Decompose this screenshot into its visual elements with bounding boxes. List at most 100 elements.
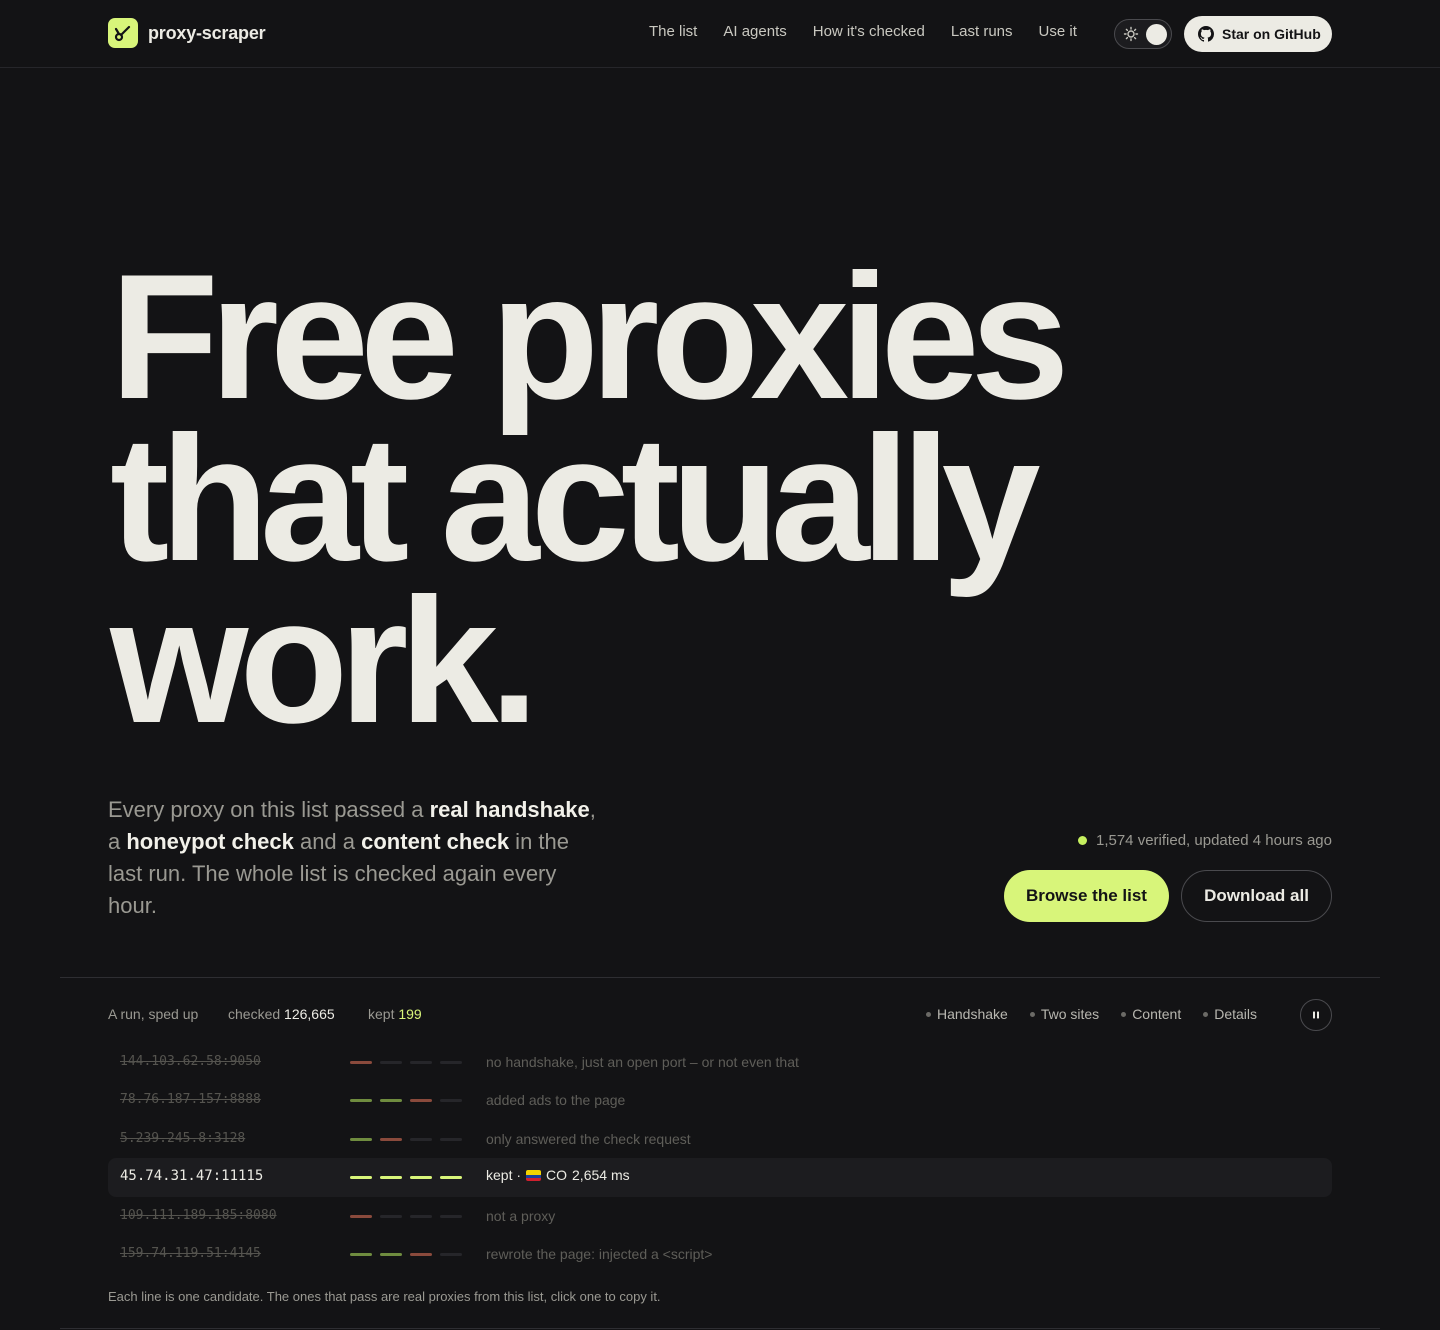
hero-copy-text: Every proxy on this list passed a (108, 797, 430, 822)
stage-bar (410, 1137, 432, 1141)
nav-link-use-it[interactable]: Use it (1039, 23, 1077, 40)
nav-link-the-list[interactable]: The list (649, 23, 697, 40)
hero-description: Every proxy on this list passed a real h… (108, 794, 608, 922)
candidate-result: only answered the check request (486, 1131, 691, 1147)
proxy-address: 45.74.31.47:11115 (120, 1168, 264, 1185)
result-text: kept · (486, 1167, 522, 1184)
candidate-row: 109.111.189.185:8080 not a proxy (108, 1197, 1332, 1235)
bottom-divider (60, 1328, 1380, 1329)
logo-icon (108, 18, 138, 48)
hero-title-line-3: work. (110, 561, 539, 760)
pause-button[interactable] (1300, 999, 1332, 1031)
stage-bar (350, 1099, 372, 1103)
candidate-row-kept[interactable]: 45.74.31.47:11115 kept · CO 2,654 ms (108, 1158, 1332, 1197)
stage-bar (440, 1099, 462, 1103)
legend-dot-icon (1121, 1011, 1127, 1017)
hero-title-line-1: Free proxies (110, 237, 1070, 436)
stage-bar (440, 1061, 462, 1064)
stage-bar (410, 1176, 432, 1180)
legend-label: Two sites (1040, 1006, 1100, 1022)
kept-label: kept (368, 1006, 395, 1022)
stage-bar (410, 1099, 432, 1103)
proxy-address: 159.74.119.51:4145 (120, 1245, 261, 1261)
stage-bar (440, 1137, 462, 1141)
country-code: CO (546, 1167, 568, 1184)
legend-dot-icon (1203, 1011, 1209, 1017)
hero-copy-emphasis: honeypot check (126, 829, 294, 854)
theme-toggle[interactable] (1114, 19, 1172, 49)
stage-legend: Handshake Two sites Content Details (926, 1006, 1279, 1022)
candidate-row: 144.103.62.58:9050 no handshake, just an … (108, 1043, 1332, 1081)
hero-title: Free proxies that actually work. (110, 237, 1210, 760)
proxy-address: 144.103.62.58:9050 (120, 1054, 261, 1069)
checked-stat: checked 126,665 (228, 1006, 335, 1022)
run-label: A run, sped up (108, 1006, 199, 1022)
legend-dot-icon (926, 1011, 931, 1017)
stage-bar (440, 1252, 462, 1256)
stage-bars (350, 1252, 462, 1256)
legend-handshake: Handshake (926, 1006, 1008, 1022)
candidate-result: not a proxy (486, 1208, 555, 1224)
checked-count: 126,665 (284, 1006, 335, 1022)
stage-bar (380, 1176, 402, 1180)
kept-stat: kept 199 (368, 1006, 422, 1022)
stage-bars (350, 1061, 462, 1064)
stage-bar (410, 1252, 432, 1256)
stage-bar (440, 1176, 462, 1180)
legend-content: Content (1121, 1006, 1181, 1022)
github-star-button[interactable]: Star on GitHub (1184, 16, 1332, 52)
proxy-address: 78.76.187.157:8888 (120, 1092, 261, 1108)
stage-bar (380, 1061, 402, 1064)
stage-bar (380, 1137, 402, 1141)
github-icon (1198, 26, 1214, 42)
legend-dot-icon (1029, 1011, 1035, 1017)
candidate-result: rewrote the page: injected a <script> (486, 1246, 712, 1262)
stage-bar (350, 1252, 372, 1256)
github-star-label: Star on GitHub (1222, 26, 1321, 42)
legend-two-sites: Two sites (1029, 1006, 1100, 1022)
checked-label: checked (228, 1006, 281, 1022)
nav-link-ai-agents[interactable]: AI agents (723, 23, 786, 40)
stage-bars (350, 1137, 462, 1141)
legend-details: Details (1203, 1006, 1257, 1022)
toggle-knob (1146, 24, 1167, 45)
colombia-flag-icon (526, 1169, 542, 1181)
pause-icon (1313, 1011, 1319, 1019)
top-nav: proxy-scraper The list AI agents How it'… (0, 0, 1440, 68)
stage-bar (350, 1214, 372, 1218)
proxy-address: 109.111.189.185:8080 (120, 1207, 277, 1223)
stage-bar (350, 1176, 372, 1180)
stage-bar (410, 1214, 432, 1218)
nav-link-how-checked[interactable]: How it's checked (813, 23, 925, 40)
candidate-row: 78.76.187.157:8888 added ads to the page (108, 1081, 1332, 1119)
candidate-list: 144.103.62.58:9050 no handshake, just an … (108, 1043, 1332, 1273)
section-divider (60, 977, 1380, 978)
stage-bars (350, 1214, 462, 1218)
hero-copy-emphasis: content check (361, 829, 510, 854)
sun-icon (1123, 26, 1139, 42)
nav-link-last-runs[interactable]: Last runs (951, 23, 1013, 40)
candidate-result: no handshake, just an open port – or not… (486, 1054, 799, 1070)
stage-bar (410, 1061, 432, 1064)
stage-bar (380, 1214, 402, 1218)
hero-copy-text: and a (293, 829, 362, 854)
stage-bar (350, 1061, 372, 1064)
result-text: rewrote the page: injected a <script> (486, 1245, 713, 1262)
candidate-row: 5.239.245.8:3128 only answered the check … (108, 1120, 1332, 1158)
latency: 2,654 ms (572, 1167, 630, 1184)
status-dot-icon (1077, 836, 1087, 845)
result-text: added ads to the page (486, 1092, 626, 1109)
result-text: only answered the check request (486, 1130, 691, 1147)
download-all-button[interactable]: Download all (1181, 870, 1332, 922)
candidate-result: added ads to the page (486, 1092, 625, 1108)
hero-title-line-2: that actually (110, 399, 1041, 598)
kept-count: 199 (398, 1006, 422, 1022)
brand-logo[interactable]: proxy-scraper (108, 18, 266, 48)
stage-bar (440, 1214, 462, 1218)
status-text: 1,574 verified, updated 4 hours ago (1095, 832, 1332, 849)
run-footnote: Each line is one candidate. The ones tha… (108, 1289, 661, 1304)
result-text: no handshake, just an open port – or not… (486, 1054, 799, 1070)
legend-label: Details (1214, 1006, 1258, 1022)
browse-list-button[interactable]: Browse the list (1004, 870, 1169, 922)
stage-bar (380, 1252, 402, 1256)
